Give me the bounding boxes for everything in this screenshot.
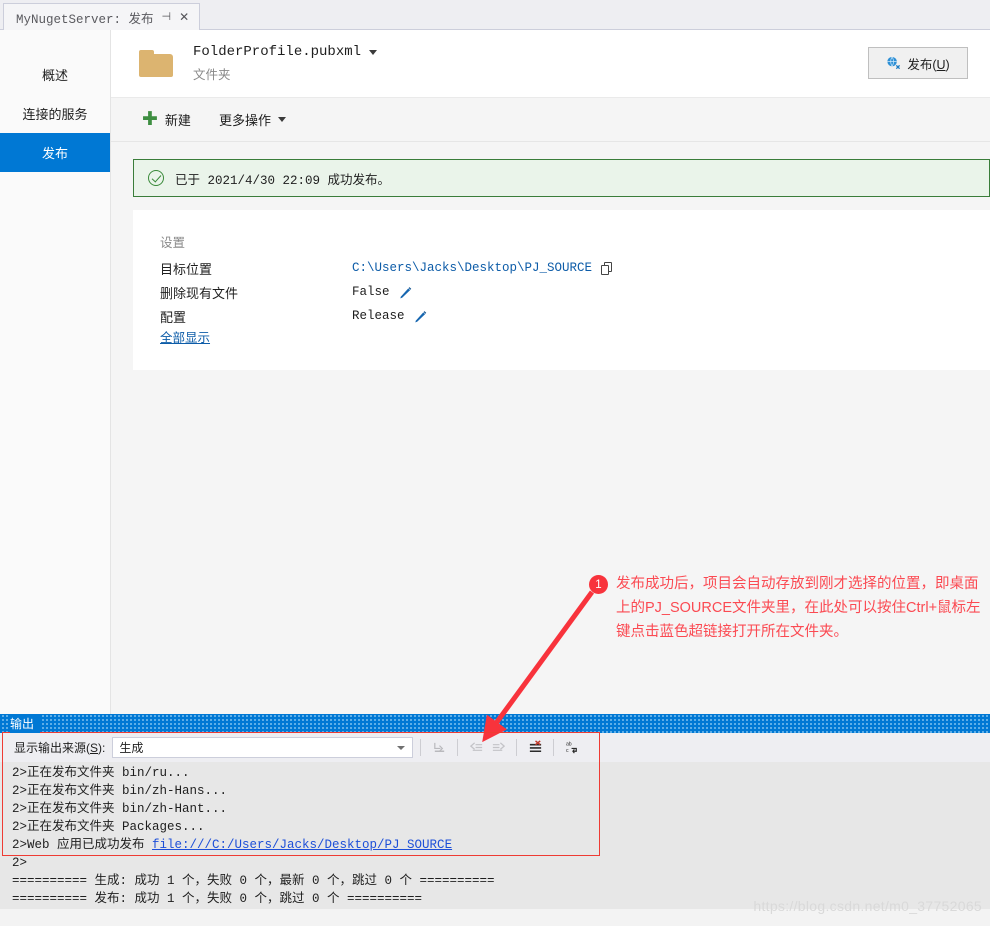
output-source-select[interactable]: 生成 — [112, 737, 414, 758]
goto-message-icon[interactable] — [428, 737, 450, 758]
pencil-icon[interactable] — [399, 286, 412, 299]
delete-existing-value: False — [352, 285, 390, 299]
left-navigation: 概述 连接的服务 发布 — [0, 30, 111, 714]
document-tab[interactable]: MyNugetServer: 发布 ⊣ ✕ — [3, 3, 201, 30]
sidebar-item-publish[interactable]: 发布 — [0, 133, 110, 172]
output-line: 2>正在发布文件夹 bin/zh-Hans... — [12, 784, 228, 798]
success-check-icon — [148, 170, 164, 186]
toolbar-separator — [457, 739, 459, 756]
setting-key: 删除现有文件 — [160, 285, 239, 301]
output-pane-caption: 输出 — [0, 714, 990, 733]
sidebar-item-overview[interactable]: 概述 — [0, 55, 110, 94]
svg-text:c: c — [566, 748, 569, 754]
sidebar-item-connected-services[interactable]: 连接的服务 — [0, 94, 110, 133]
settings-row-target-location: 目标位置 C:\Users\Jacks\Desktop\PJ_SOURCE — [160, 256, 613, 280]
more-actions-label: 更多操作 — [218, 113, 271, 128]
setting-key: 配置 — [160, 309, 187, 325]
globe-publish-icon — [887, 56, 901, 69]
output-line-with-link: 2>Web 应用已成功发布 file:///C:/Users/Jacks/Des… — [0, 836, 990, 854]
document-tab-title: MyNugetServer: 发布 — [16, 12, 154, 27]
clear-all-icon[interactable] — [524, 737, 546, 758]
output-line: 2> — [12, 856, 28, 870]
pin-icon[interactable]: ⊣ — [162, 11, 172, 23]
output-source-value: 生成 — [119, 741, 144, 755]
app-root: MyNugetServer: 发布 ⊣ ✕ 概述 连接的服务 发布 Folder… — [0, 0, 990, 926]
configuration-value: Release — [352, 309, 405, 323]
caption-grip — [0, 714, 990, 733]
previous-message-icon[interactable] — [465, 737, 487, 758]
setting-key: 目标位置 — [160, 261, 213, 277]
next-message-icon[interactable] — [487, 737, 509, 758]
settings-row-configuration: 配置 Release — [160, 304, 427, 328]
toolbar-separator — [516, 739, 518, 756]
new-profile-label: 新建 — [164, 113, 191, 128]
publish-command-bar: ✚ 新建 更多操作 — [111, 98, 990, 142]
publish-profile-header: FolderProfile.pubxml 文件夹 发布(U) — [111, 30, 990, 98]
pencil-icon[interactable] — [414, 310, 427, 323]
close-icon[interactable]: ✕ — [179, 11, 189, 23]
plus-icon: ✚ — [142, 109, 158, 130]
setting-value[interactable]: C:\Users\Jacks\Desktop\PJ_SOURCE — [352, 261, 613, 275]
output-text-area[interactable]: 2>正在发布文件夹 bin/ru... 2>正在发布文件夹 bin/zh-Han… — [0, 762, 990, 922]
copy-icon[interactable] — [601, 261, 613, 275]
output-line: 2>正在发布文件夹 bin/ru... — [12, 766, 190, 780]
svg-text:ab: ab — [566, 742, 572, 748]
publish-success-banner: 已于 2021/4/30 22:09 成功发布。 — [133, 159, 990, 197]
publish-settings-card: 设置 目标位置 C:\Users\Jacks\Desktop\PJ_SOURCE… — [133, 210, 990, 370]
publish-button[interactable]: 发布(U) — [868, 47, 968, 79]
toolbar-separator — [420, 739, 422, 756]
profile-name: FolderProfile.pubxml — [193, 44, 362, 60]
profile-name-row: FolderProfile.pubxml — [193, 44, 378, 60]
folder-icon — [139, 49, 175, 78]
chevron-down-icon — [277, 117, 286, 122]
new-profile-button[interactable]: ✚ 新建 — [142, 110, 191, 129]
output-line-text: 2>Web 应用已成功发布 — [12, 838, 153, 852]
output-line: 2>正在发布文件夹 Packages... — [12, 820, 205, 834]
output-toolbar: 显示输出来源(S): 生成 ab c — [0, 733, 990, 762]
setting-value: Release — [352, 309, 427, 323]
setting-value: False — [352, 285, 412, 299]
sidebar-item-label: 发布 — [41, 146, 68, 161]
profile-kind: 文件夹 — [193, 68, 231, 82]
target-location-value: C:\Users\Jacks\Desktop\PJ_SOURCE — [352, 261, 593, 275]
document-tab-strip: MyNugetServer: 发布 ⊣ ✕ — [0, 0, 990, 30]
profile-meta: FolderProfile.pubxml 文件夹 — [193, 44, 378, 83]
output-pane-title: 输出 — [10, 714, 41, 733]
publish-path-link[interactable]: file:///C:/Users/Jacks/Desktop/PJ_SOURCE — [152, 838, 452, 852]
publish-button-label: 发布(U) — [907, 57, 950, 72]
output-source-label: 显示输出来源(S): — [14, 741, 106, 755]
more-actions-button[interactable]: 更多操作 — [219, 110, 286, 129]
toolbar-separator — [553, 739, 555, 756]
chevron-down-icon — [397, 746, 406, 750]
annotation-badge: 1 — [589, 575, 608, 594]
watermark: https://blog.csdn.net/m0_37752065 — [753, 898, 982, 914]
sidebar-item-label: 连接的服务 — [22, 107, 88, 122]
annotation-text: 发布成功后，项目会自动存放到刚才选择的位置，即桌面上的PJ_SOURCE文件夹里… — [616, 576, 981, 640]
output-pane: 输出 显示输出来源(S): 生成 ab c 2>正在发布文件夹 bin/ru..… — [0, 714, 990, 926]
settings-row-delete-existing: 删除现有文件 False — [160, 280, 412, 304]
word-wrap-icon[interactable]: ab c — [561, 737, 583, 758]
output-line: ========== 生成: 成功 1 个，失败 0 个，最新 0 个，跳过 0… — [12, 874, 495, 888]
output-line: 2>正在发布文件夹 bin/zh-Hant... — [12, 802, 228, 816]
sidebar-item-label: 概述 — [41, 68, 68, 83]
chevron-down-icon[interactable] — [369, 49, 378, 55]
publish-success-text: 已于 2021/4/30 22:09 成功发布。 — [175, 173, 391, 188]
settings-title: 设置 — [160, 236, 186, 250]
show-all-link[interactable]: 全部显示 — [160, 327, 210, 346]
